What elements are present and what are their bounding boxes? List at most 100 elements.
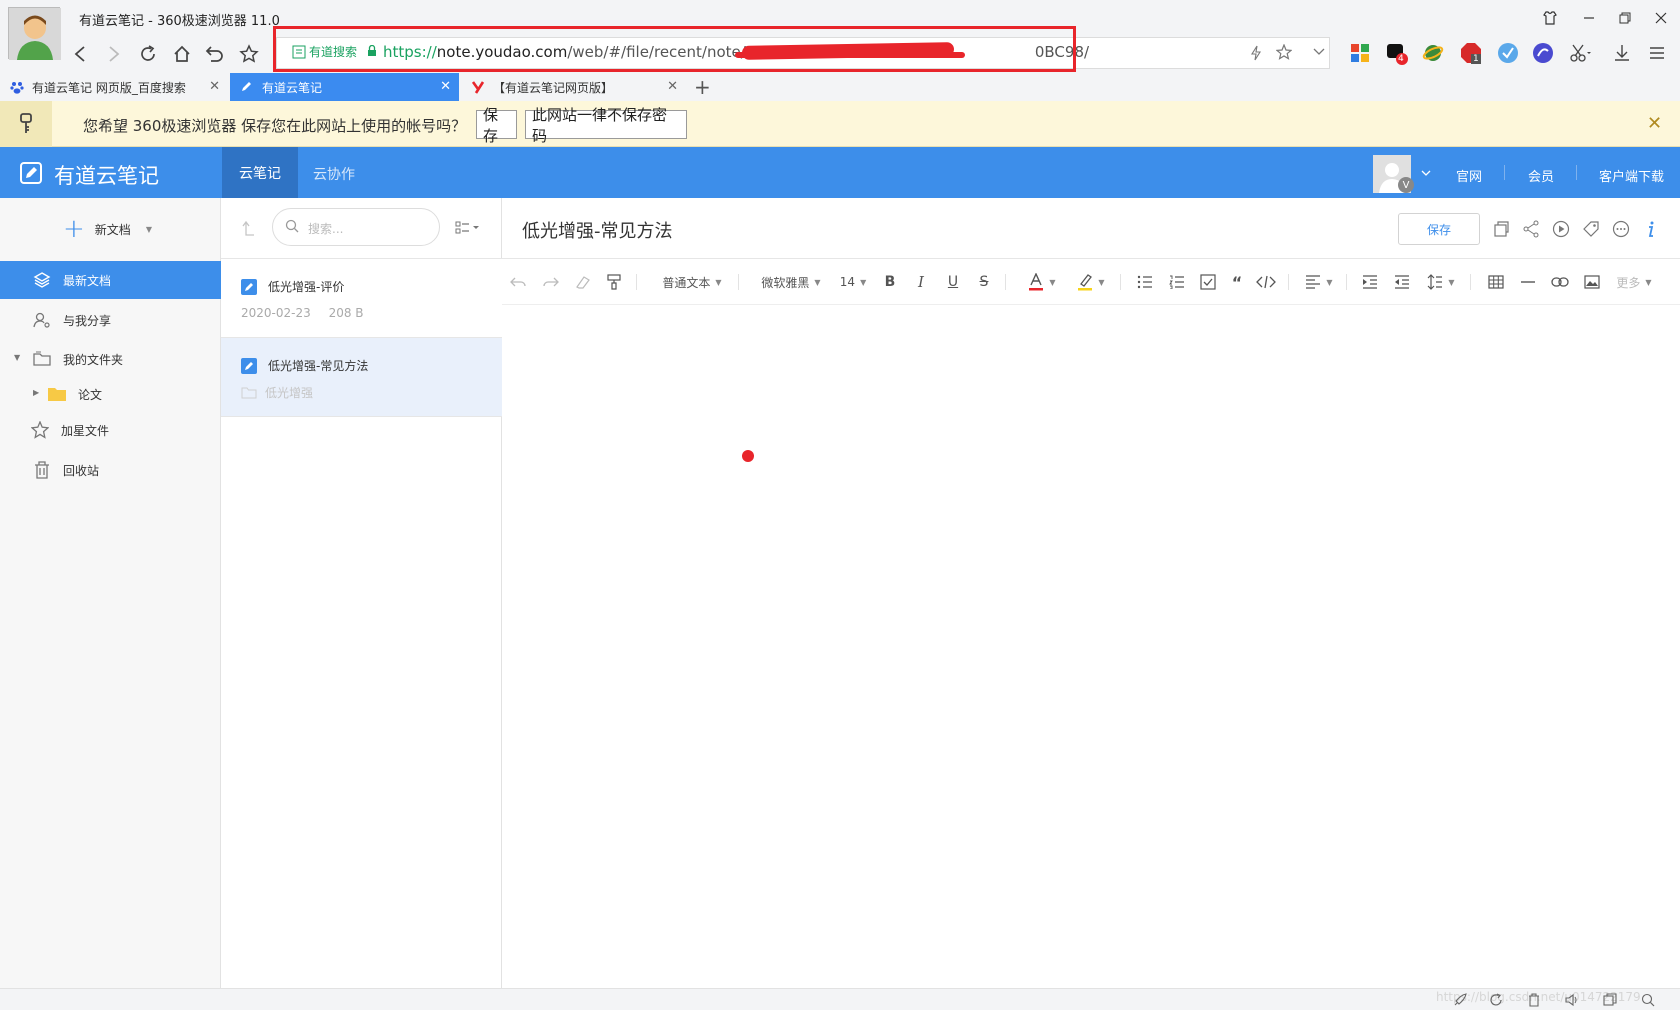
close-icon[interactable]: ✕ (1647, 113, 1662, 134)
favorite-star-icon[interactable] (235, 40, 263, 68)
youdao-logo-icon[interactable] (20, 162, 42, 184)
highlight-color-button[interactable]: ▼ (1073, 272, 1109, 292)
profile-avatar[interactable] (8, 7, 61, 60)
link-membership[interactable]: 会员 (1528, 166, 1554, 185)
link-icon[interactable] (1550, 272, 1570, 292)
forward-icon[interactable] (100, 40, 128, 68)
text-color-button[interactable]: ▼ (1024, 272, 1060, 292)
new-tab-button[interactable]: + (694, 75, 711, 99)
sidebar-item-shared[interactable]: 与我分享 (0, 301, 221, 339)
globe-extension-icon[interactable] (1421, 41, 1445, 65)
sidebar-item-trash[interactable]: 回收站 (0, 451, 221, 489)
refresh-status-icon[interactable] (1488, 992, 1504, 1008)
copy-icon[interactable] (1491, 219, 1511, 239)
font-family-dropdown[interactable]: 微软雅黑 ▼ (756, 272, 826, 292)
minimize-icon[interactable] (1574, 7, 1604, 29)
document-title[interactable]: 低光增强-常见方法 (522, 217, 673, 243)
zoom-icon[interactable] (1640, 992, 1656, 1008)
caret-collapsed-icon[interactable]: ▶ (33, 388, 39, 397)
reload-icon[interactable] (134, 40, 162, 68)
link-client-download[interactable]: 客户端下载 (1599, 166, 1664, 185)
indent-decrease-icon[interactable] (1392, 272, 1412, 292)
bold-button[interactable]: B (881, 272, 899, 292)
code-icon[interactable] (1255, 272, 1277, 292)
tab-baidu-search[interactable]: 有道云笔记 网页版_百度搜索 ✕ (0, 73, 228, 101)
info-icon[interactable] (1640, 219, 1660, 239)
close-window-icon[interactable] (1646, 7, 1676, 29)
app-logo-text[interactable]: 有道云笔记 (54, 160, 159, 190)
sidebar-item-my-folders[interactable]: ▼ 我的文件夹 (0, 340, 221, 378)
rocket-icon[interactable] (1452, 992, 1468, 1008)
bullet-list-icon[interactable] (1135, 272, 1155, 292)
tag-icon[interactable] (1581, 219, 1601, 239)
skin-icon[interactable] (1535, 7, 1565, 29)
tab-close-icon[interactable]: ✕ (440, 79, 451, 94)
image-icon[interactable] (1582, 272, 1602, 292)
view-mode-icon[interactable] (455, 221, 481, 235)
back-icon[interactable] (66, 40, 94, 68)
nav-cloud-collab[interactable]: 云协作 (313, 164, 355, 184)
quote-icon[interactable]: “ (1227, 272, 1247, 292)
checkbox-list-icon[interactable] (1198, 272, 1218, 292)
restore-icon[interactable] (1610, 7, 1640, 29)
tab-close-icon[interactable]: ✕ (209, 79, 220, 94)
sidebar-item-recent[interactable]: 最新文档 (0, 261, 221, 299)
horizontal-rule-icon[interactable] (1518, 272, 1538, 292)
numbered-list-icon[interactable] (1167, 272, 1187, 292)
more-options-icon[interactable] (1611, 219, 1631, 239)
tab-label: 【有道云笔记网页版】 (493, 80, 614, 95)
present-play-icon[interactable] (1551, 219, 1571, 239)
window-status-icon[interactable] (1602, 992, 1618, 1008)
underline-button[interactable]: U (944, 272, 962, 292)
undo-close-icon[interactable] (201, 40, 229, 68)
sidebar-item-label: 最新文档 (63, 273, 112, 288)
swirl-extension-icon[interactable] (1531, 41, 1555, 65)
menu-icon[interactable] (1645, 41, 1669, 65)
align-dropdown[interactable]: ▼ (1302, 272, 1336, 292)
youdao-note-tab-icon (242, 82, 251, 91)
tab-youdao-note[interactable]: 有道云笔记 ✕ (230, 73, 459, 101)
sidebar-item-starred[interactable]: 加星文件 (0, 411, 221, 449)
document-save-button[interactable]: 保存 (1398, 213, 1480, 245)
block-format-dropdown[interactable]: 普通文本 ▼ (658, 272, 726, 292)
table-icon[interactable] (1486, 272, 1506, 292)
indent-increase-icon[interactable] (1360, 272, 1380, 292)
redo-icon[interactable] (541, 272, 561, 292)
download-icon[interactable] (1610, 41, 1634, 65)
italic-button[interactable]: I (912, 272, 930, 292)
eraser-icon[interactable] (573, 272, 593, 292)
volume-icon[interactable] (1564, 992, 1580, 1008)
more-tools-dropdown[interactable]: 更多 ▼ (1614, 272, 1654, 292)
share-icon[interactable] (1521, 219, 1541, 239)
apps-grid-icon[interactable] (1348, 41, 1372, 65)
up-level-icon[interactable] (239, 220, 255, 238)
line-height-dropdown[interactable]: ▼ (1424, 272, 1458, 292)
caret-expanded-icon[interactable]: ▼ (14, 353, 20, 362)
message-extension-icon[interactable] (1384, 41, 1408, 65)
sidebar-item-folder-paper[interactable]: ▶ 论文 (0, 375, 221, 413)
lightning-icon[interactable] (1250, 45, 1262, 61)
password-never-button[interactable]: 此网站一律不保存密码 (525, 106, 687, 145)
nav-cloud-notes[interactable]: 云笔记 (222, 147, 298, 198)
format-painter-icon[interactable] (604, 272, 624, 292)
home-icon[interactable] (168, 40, 196, 68)
tab-close-icon[interactable]: ✕ (667, 79, 678, 94)
trash-status-icon[interactable] (1526, 992, 1542, 1008)
undo-icon[interactable] (508, 272, 528, 292)
editor-body[interactable] (502, 306, 1680, 988)
new-document-button[interactable]: + 新文档 ▼ (63, 216, 152, 242)
scissors-icon[interactable] (1568, 41, 1592, 65)
check-extension-icon[interactable] (1496, 41, 1520, 65)
tab-youdao-web[interactable]: 【有道云笔记网页版】 ✕ (461, 73, 686, 101)
user-menu-chevron-icon[interactable] (1420, 169, 1432, 177)
bookmark-star-icon[interactable] (1276, 44, 1292, 60)
note-list-item-selected[interactable]: 低光增强-常见方法 低光增强 (221, 338, 502, 417)
strikethrough-button[interactable]: S (975, 272, 993, 292)
adblock-icon[interactable] (1459, 41, 1483, 65)
chevron-down-icon[interactable] (1312, 46, 1326, 58)
note-list-item[interactable]: 低光增强-评价 2020-02-23 208 B (221, 259, 502, 338)
caret-down-icon: ▼ (1049, 277, 1056, 287)
link-official-site[interactable]: 官网 (1456, 166, 1482, 185)
font-size-dropdown[interactable]: 14 ▼ (838, 272, 868, 292)
password-save-button[interactable]: 保存 (476, 106, 517, 145)
